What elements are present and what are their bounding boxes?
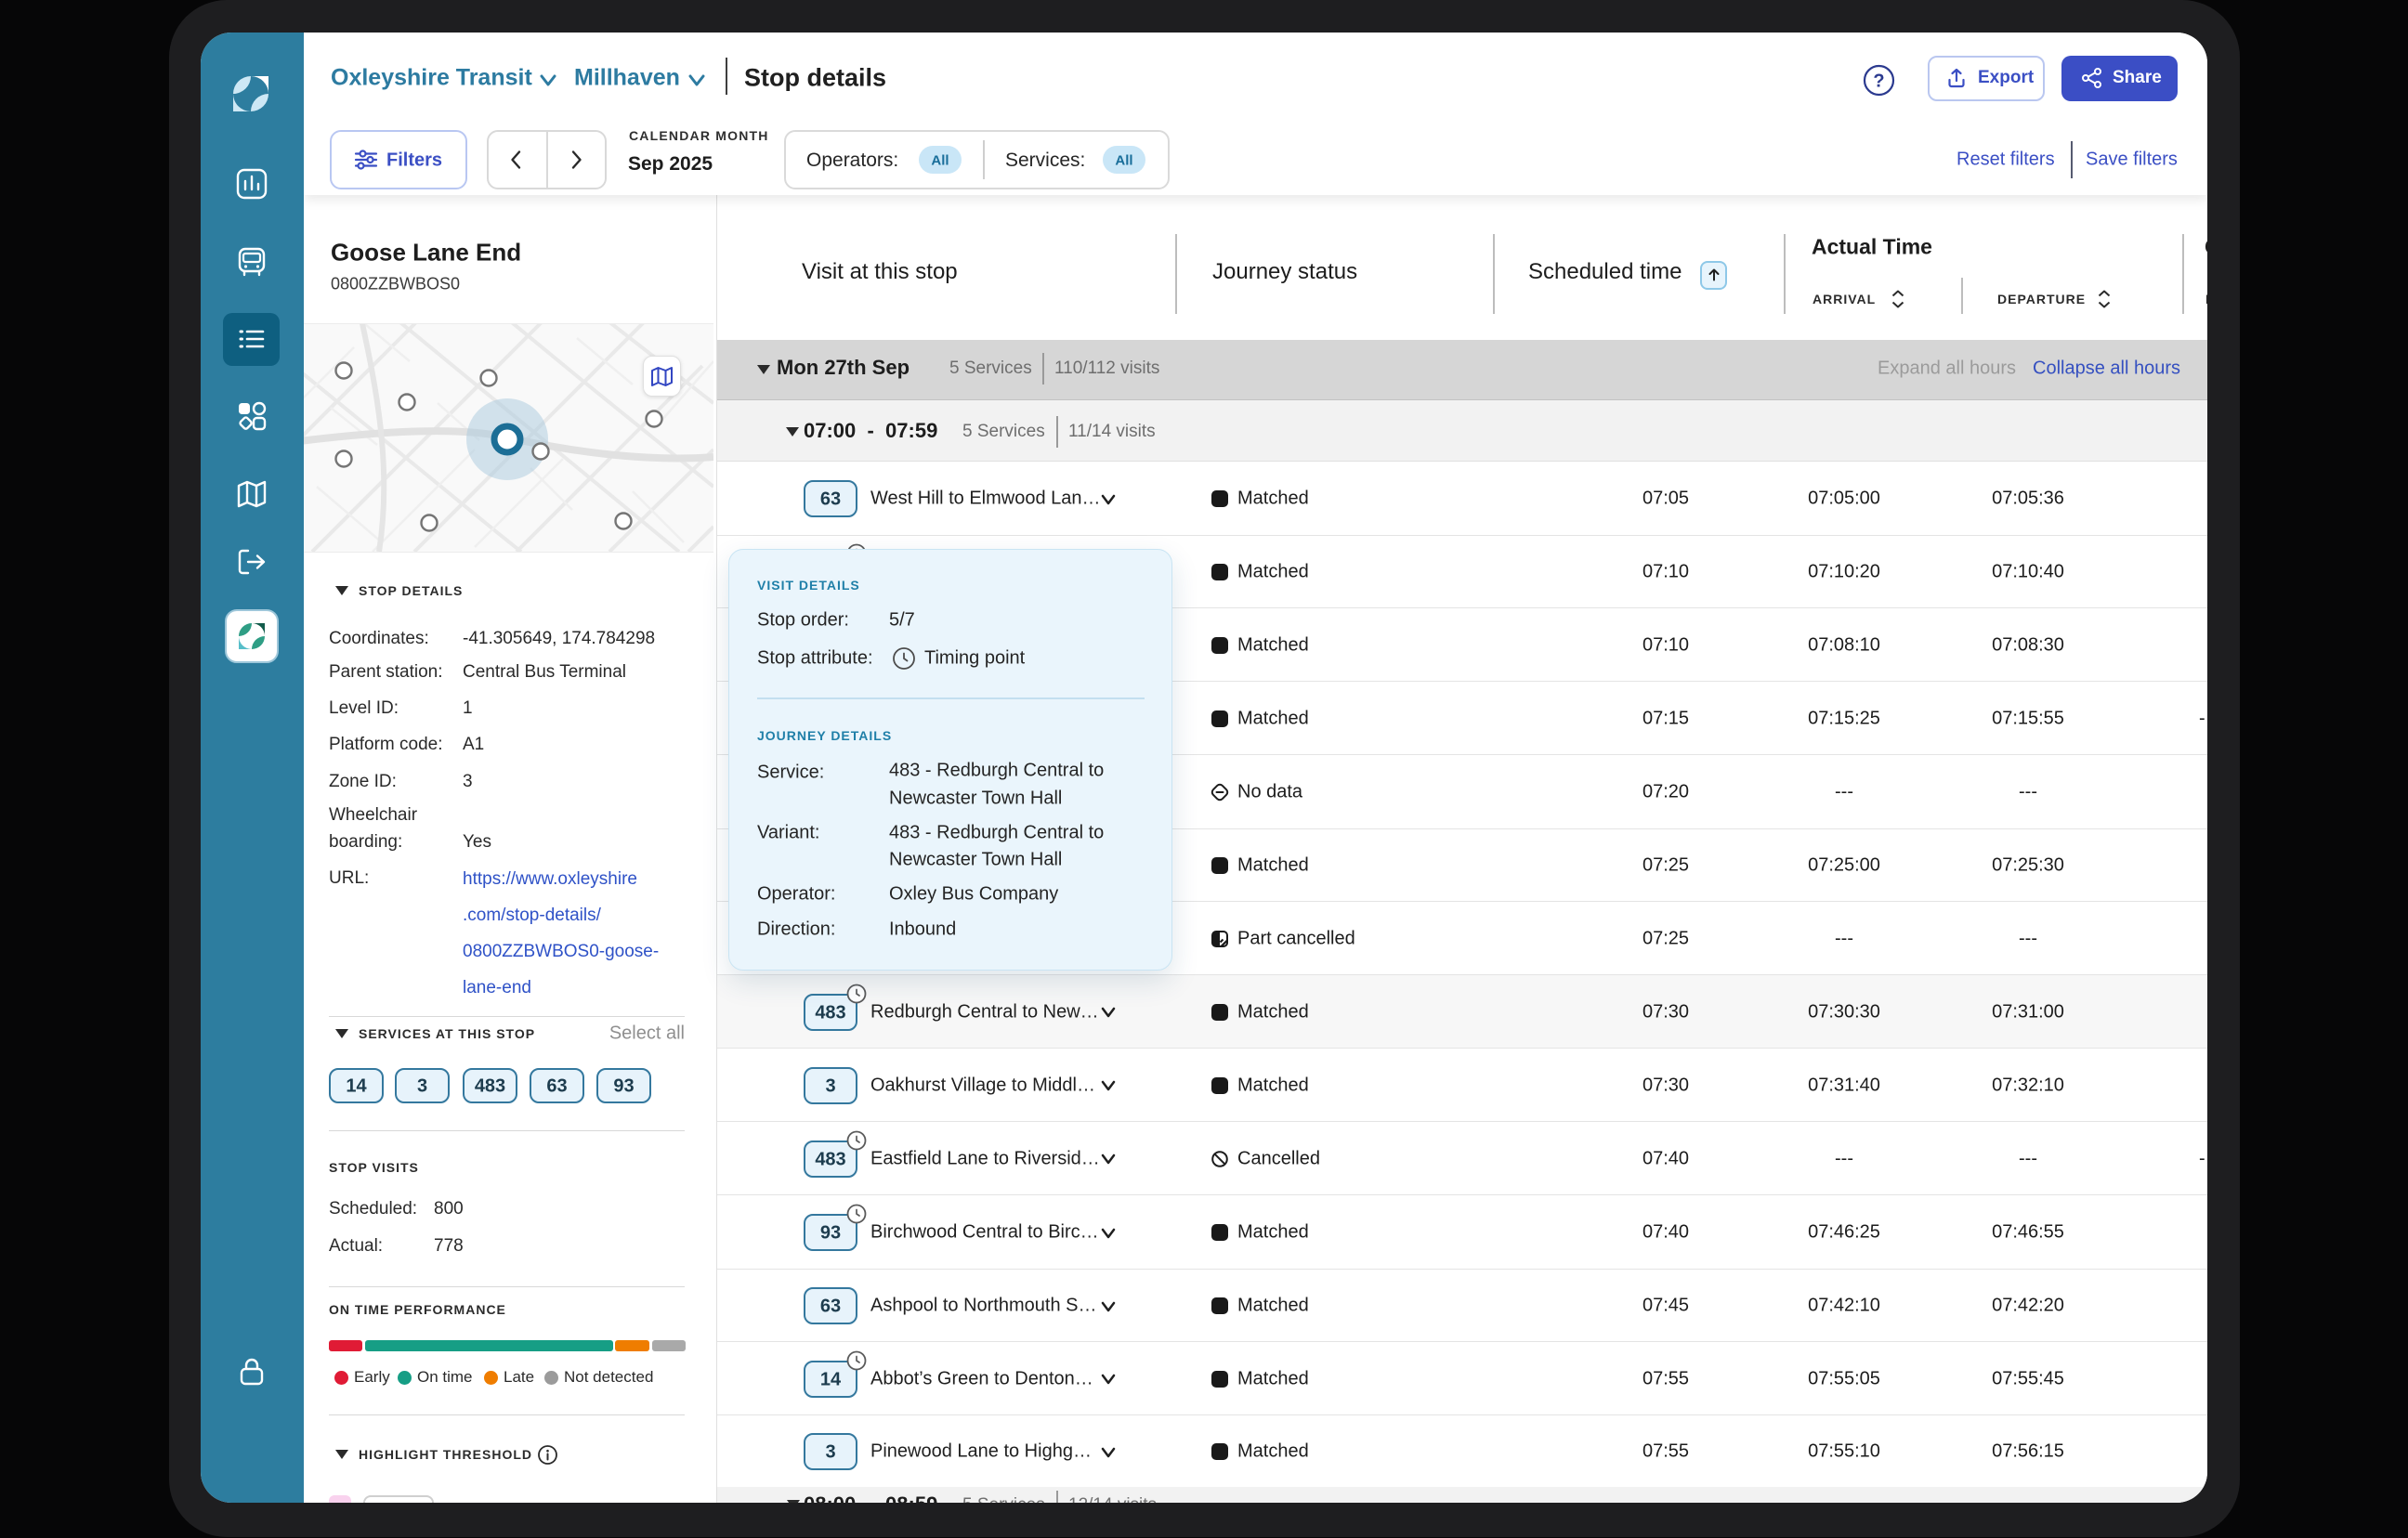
svg-text:?: ?	[1873, 72, 1884, 92]
